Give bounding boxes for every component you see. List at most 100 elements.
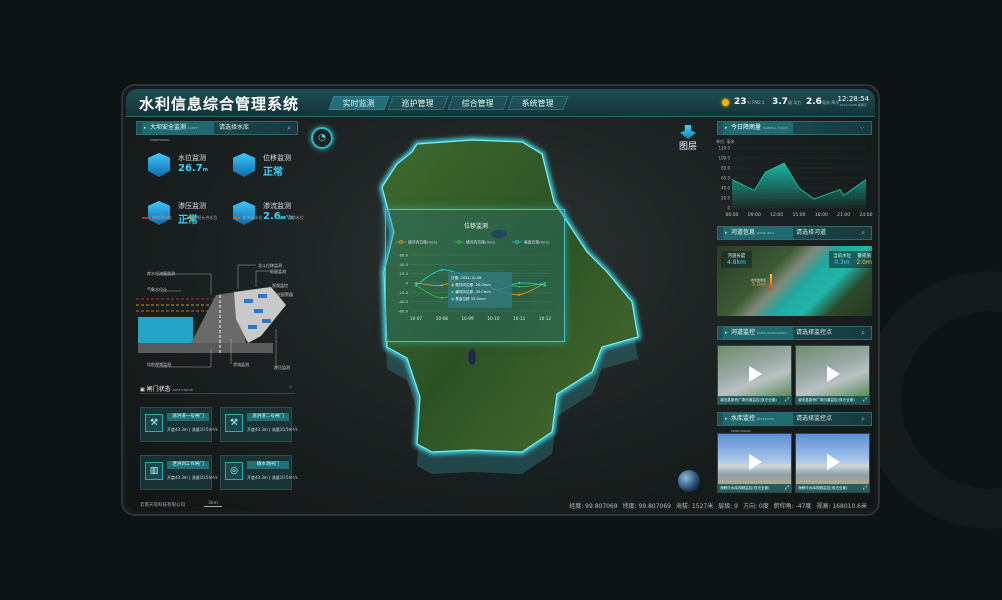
metric-card[interactable]: 位移监测 正常 [233,153,313,181]
seepage-pressure-icon [148,201,170,225]
gate-card[interactable]: ⚒ 溢洪道一号闸门 开度43.3m | 流量10.5m³/s [140,407,218,442]
map-scale: 3km [204,501,222,507]
play-icon[interactable] [749,454,762,470]
monitor-point-select[interactable]: 请选择监控点 [796,413,832,425]
x-tick-label: 18:00 [815,212,828,218]
reservoir-video[interactable]: 海鲸可水库视频监控(双光全景) [717,433,792,493]
x-tick-label: 10-09 [462,316,475,321]
displacement-popup: 位移监测 顺河向位移(mm) 横河向位移(mm) 垂直位移(mm) 60.0 40.0 20… [385,209,565,342]
river-info-header: 河道信息 RIVER INFO 请选择河道 ⌕ [717,226,872,240]
data-point [518,282,521,284]
dam-label: 库水位流量监测 [147,271,175,276]
gate-name: 输水洞闸门 [247,461,289,469]
nav-patrol[interactable]: 巡护管理 [387,96,449,110]
data-point [544,284,546,287]
legend-label: 横河向位移(mm) [466,240,496,245]
gate-value: 开度43.3m | 流量10.5m³/s [167,475,218,480]
tooltip-date: 日期: 2021-10-08 [451,276,482,280]
river-select[interactable]: 请选择河道 [796,227,826,239]
metric-card[interactable]: 水位监测 26.7m [148,153,228,181]
nav-system[interactable]: 系统管理 [507,96,569,110]
x-tick-label: 06:00 [726,212,739,218]
data-point [518,293,521,296]
monitor-point-select[interactable]: 请选择监控点 [796,327,832,339]
metric-label: 渗压监测 [178,202,206,210]
tooltip-line: 顺河向位移 -20.0mm [455,283,491,287]
gate-value: 开度43.3m | 流量10.5m³/s [247,427,298,432]
compass-button[interactable]: ◔ [311,127,333,149]
layers-label: 图层 [678,142,697,152]
river-level: 当前水位 0.3m 警戒值 2.0m [829,251,872,268]
y-tick-label: 0 [406,281,409,286]
nav-integrated[interactable]: 综合管理 [447,96,509,110]
seepage-flow-icon [233,201,255,225]
data-point [518,285,521,288]
weather-temp: 23℃ PM2.5 [734,97,765,107]
y-tick-label: 0 [727,206,730,211]
square-icon: ▣ [140,387,145,393]
river-image[interactable]: 河道长度 4.8km 当前水位 0.3m 警戒值 2.0m 水位监测点 3.0m [717,246,872,316]
more-icon[interactable]: ⁘ [288,384,293,391]
search-icon[interactable]: ⌕ [861,227,865,239]
lake [468,349,476,365]
dam-label: 坝前视频监测 [147,362,171,367]
water-level-legend: 校核洪水位 设计洪水位 防洪高水位 正常水位 [142,215,304,221]
reservoir-video[interactable]: 海鲸可水库视频监控(双光全景) [795,433,870,493]
dam-label: 雨量监测 [270,269,286,274]
y-tick-label: 100.0 [719,156,731,161]
metric-label: 位移监测 [263,154,291,162]
water-marker[interactable]: 水位监测点 3.0m [751,278,766,288]
rainfall-header: 今日降雨量 RAINFALL TODAY ⁘ [717,121,872,135]
play-icon[interactable] [827,366,840,382]
reservoir-monitor-header: 水库监控 RESERVOIR MONITORING 请选择监控点 ⌕ [717,412,872,433]
x-tick-label: 10-11 [513,316,526,321]
dam-label: 视频监控 [272,283,288,288]
metric-value: 26.7m [178,163,208,174]
legend-label: 垂直位移(mm) [524,240,550,245]
chart-title: 位移监测 [464,222,488,230]
gate-icon: ⚒ [145,414,163,432]
globe-icon[interactable] [678,470,700,492]
rainfall-area [732,163,866,208]
metric-label: 渗流监测 [263,202,291,210]
search-icon[interactable]: ⌕ [861,413,865,425]
data-point [415,282,417,284]
search-icon[interactable]: ⌕ [287,122,291,134]
gate-status-header: ▣ 闸门状态 GATE STATUS ⁘ [140,384,295,394]
layers-button[interactable]: 图层 [676,125,700,152]
dam-label: 渗压监测 [274,365,290,370]
app-title: 水利信息综合管理系统 [139,95,300,113]
gate-name: 溢洪道一号闸门 [167,413,209,421]
sun-icon [722,99,729,106]
gate-card[interactable]: ▥ 泄洪洞工作闸门 开度43.3m | 流量10.5m³/s [140,455,218,490]
river-length: 河道长度 4.8km [721,251,752,268]
rainfall-chart: 单位: 毫米 0 20.0 40.0 60.0 80.0 100.0 120.0 06:00 09… [716,138,873,218]
compass-icon: ◔ [318,133,326,143]
more-icon[interactable]: ⁘ [859,122,865,134]
gate-value: 开度43.3m | 流量10.5m³/s [247,475,298,480]
play-icon[interactable] [749,366,762,382]
marker-pole-icon [770,274,772,290]
x-tick-label: 24:00 [860,212,873,218]
x-tick-label: 21:00 [837,212,850,218]
tooltip-line: 垂直位移 55.0mm [455,297,486,301]
gate-icon: ▥ [145,462,163,480]
river-video[interactable]: 澜沧县新桥广场河道监控(双光全景) [717,345,792,405]
reservoir-select[interactable]: 请选择水库 [219,122,249,134]
y-tick-label: 60.0 [721,176,730,181]
play-icon[interactable] [827,454,840,470]
gate-card[interactable]: ◎ 输水洞闸门 开度43.3m | 流量10.5m³/s [220,455,298,490]
weather-wind: 3.7级 风力 [772,97,802,107]
river-video[interactable]: 澜沧县新桥广场河道监控(双光全景) [795,345,870,405]
nav-realtime[interactable]: 实时监测 [328,96,390,110]
gate-card[interactable]: ⚒ 溢洪道二号闸门 开度43.3m | 流量10.5m³/s [220,407,298,442]
x-tick-label: 10-10 [487,316,500,321]
y-tick-label: 120.0 [719,146,731,151]
y-tick-label: 60.0 [400,253,409,258]
x-tick-label: 10-12 [539,316,552,321]
y-tick-label: -20.0 [398,290,408,295]
search-icon[interactable]: ⌕ [861,327,865,339]
dam-label: 渗流监测 [233,362,249,367]
dam-label: 声光报警器 [273,292,293,297]
gate-name: 泄洪洞工作闸门 [167,461,209,469]
